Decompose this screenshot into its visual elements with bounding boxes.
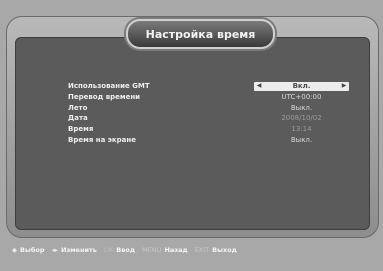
hint-label: Изменить xyxy=(61,246,97,254)
hint-select: ◆ Выбор xyxy=(12,246,45,254)
setting-label: Перевод времени xyxy=(68,92,141,101)
setting-value: 13:14 xyxy=(291,125,312,134)
hint-ok: OK Ввод xyxy=(104,246,135,254)
setting-value: UTC+00:00 xyxy=(281,92,322,101)
setting-value: Выкл. xyxy=(290,103,313,112)
hint-exit: EXIT Выход xyxy=(195,246,237,254)
menu-key-label: MENU xyxy=(142,246,162,254)
right-arrow-icon[interactable]: ▶ xyxy=(339,81,349,92)
title-tab: Настройка время xyxy=(126,19,275,49)
hint-change: ◂▸ Изменить xyxy=(52,246,97,254)
setting-value: Выкл. xyxy=(290,135,313,144)
hint-label: Выход xyxy=(212,246,237,254)
change-key-icon: ◂▸ xyxy=(51,246,59,254)
setting-value: 2008/10/02 xyxy=(281,114,322,123)
tv-screen: Использование GMT ◀ Вкл. ▶ Перевод време… xyxy=(0,0,383,271)
setting-label: Время на экране xyxy=(68,135,136,144)
exit-key-label: EXIT xyxy=(194,246,210,254)
settings-frame: Использование GMT ◀ Вкл. ▶ Перевод време… xyxy=(6,16,379,238)
select-key-icon: ◆ xyxy=(12,246,17,254)
setting-row-gmt[interactable]: Использование GMT ◀ Вкл. ▶ xyxy=(68,81,358,92)
page-title: Настройка время xyxy=(145,27,256,41)
settings-list: Использование GMT ◀ Вкл. ▶ Перевод време… xyxy=(68,81,358,146)
left-arrow-icon[interactable]: ◀ xyxy=(254,81,264,92)
setting-value-selector[interactable]: ◀ Вкл. ▶ xyxy=(254,82,349,91)
setting-row-show-time[interactable]: Время на экране Выкл. xyxy=(68,135,358,146)
hint-menu: MENU Назад xyxy=(142,246,188,254)
setting-row-offset[interactable]: Перевод времени UTC+00:00 xyxy=(68,92,358,103)
ok-key-label: OK xyxy=(103,246,114,254)
setting-row-summer[interactable]: Лето Выкл. xyxy=(68,103,358,114)
setting-label: Дата xyxy=(68,114,88,123)
hint-label: Выбор xyxy=(20,246,45,254)
setting-row-time[interactable]: Время 13:14 xyxy=(68,124,358,135)
footer-hints: ◆ Выбор ◂▸ Изменить OK Ввод MENU Назад E… xyxy=(0,239,383,261)
setting-value: Вкл. xyxy=(292,82,311,91)
setting-label: Использование GMT xyxy=(68,82,150,90)
setting-row-date[interactable]: Дата 2008/10/02 xyxy=(68,113,358,124)
settings-panel: Использование GMT ◀ Вкл. ▶ Перевод време… xyxy=(15,37,370,230)
setting-label: Лето xyxy=(68,103,88,112)
hint-label: Назад xyxy=(164,246,188,254)
setting-label: Время xyxy=(68,125,94,134)
hint-label: Ввод xyxy=(116,246,136,254)
